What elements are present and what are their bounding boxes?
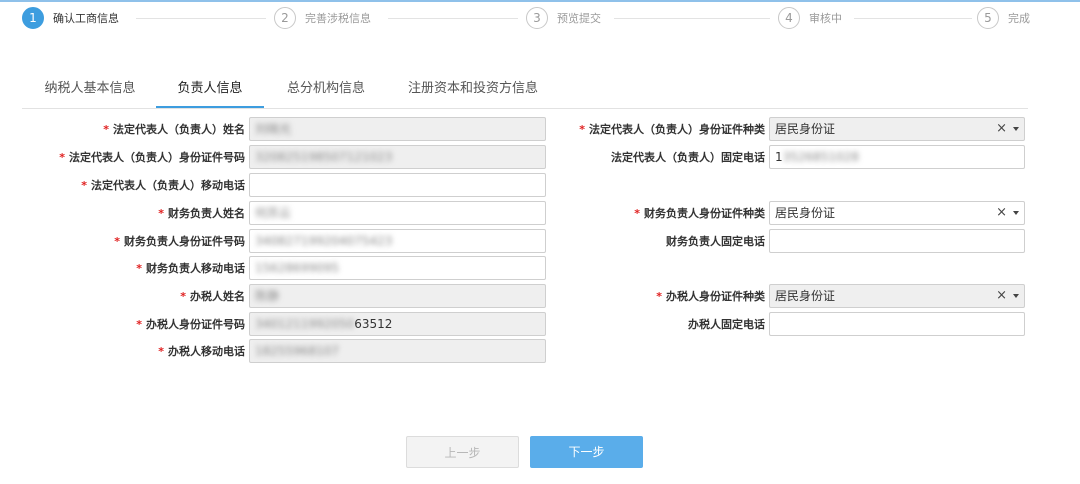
tab-responsible-person[interactable]: 负责人信息: [156, 72, 264, 108]
tax-name-field[interactable]: 陈静: [249, 284, 546, 308]
tax-id-no-field[interactable]: 340121199205063512: [249, 312, 546, 336]
clear-x-icon[interactable]: ×: [996, 118, 1007, 140]
caret-down-icon[interactable]: [1013, 294, 1019, 298]
tax-id-type-label: * 办税人身份证件种类: [656, 290, 765, 303]
tax-id-type-value: 居民身份证: [775, 289, 836, 303]
progress-stepper: 1 确认工商信息 2 完善涉税信息 3 预览提交 4 审核中 5 完成: [0, 0, 1080, 38]
tax-id-no-row: * 办税人身份证件号码 340121199205063512: [22, 312, 546, 336]
next-step-button[interactable]: 下一步: [530, 436, 643, 468]
tax-id-no-label: * 办税人身份证件号码: [136, 318, 245, 331]
step-5: 5 完成: [977, 7, 1030, 29]
step-connector: [136, 18, 266, 19]
fin-name-field[interactable]: 何苏云: [249, 201, 546, 225]
tax-phone-row: 办税人固定电话: [546, 312, 1025, 336]
tax-mobile-field[interactable]: 18255968107: [249, 339, 546, 363]
legal-name-label: * 法定代表人（负责人）姓名: [103, 123, 245, 136]
fin-phone-field[interactable]: [769, 229, 1025, 253]
legal-id-type-label: * 法定代表人（负责人）身份证件种类: [579, 123, 765, 136]
legal-name-row: * 法定代表人（负责人）姓名 刘晓光: [22, 117, 546, 141]
legal-name-field[interactable]: 刘晓光: [249, 117, 546, 141]
step-4: 4 审核中: [778, 7, 842, 29]
fin-mobile-label: * 财务负责人移动电话: [136, 262, 245, 275]
legal-id-no-label: * 法定代表人（负责人）身份证件号码: [59, 151, 245, 164]
caret-down-icon[interactable]: [1013, 127, 1019, 131]
fin-id-type-label: * 财务负责人身份证件种类: [634, 207, 765, 220]
tab-capital-investor[interactable]: 注册资本和投资方信息: [402, 72, 544, 107]
fin-id-type-row: * 财务负责人身份证件种类 居民身份证 ×: [546, 201, 1025, 225]
fin-name-label: * 财务负责人姓名: [158, 207, 245, 220]
step-5-label: 完成: [1008, 12, 1030, 25]
tax-name-row: * 办税人姓名 陈静: [22, 284, 546, 308]
step-1-number: 1: [22, 7, 44, 29]
step-3-number: 3: [526, 7, 548, 29]
clear-x-icon[interactable]: ×: [996, 202, 1007, 224]
step-4-number: 4: [778, 7, 800, 29]
caret-down-icon[interactable]: [1013, 211, 1019, 215]
tax-id-type-row: * 办税人身份证件种类 居民身份证 ×: [546, 284, 1025, 308]
step-2: 2 完善涉税信息: [274, 7, 371, 29]
fin-name-row: * 财务负责人姓名 何苏云: [22, 201, 546, 225]
legal-mobile-row: * 法定代表人（负责人）移动电话: [22, 173, 546, 197]
legal-id-type-row: * 法定代表人（负责人）身份证件种类 居民身份证 ×: [546, 117, 1025, 141]
legal-id-type-select[interactable]: 居民身份证 ×: [769, 117, 1025, 141]
fin-mobile-field[interactable]: 15628699095: [249, 256, 546, 280]
fin-id-type-value: 居民身份证: [775, 206, 836, 220]
step-5-number: 5: [977, 7, 999, 29]
step-3-label: 预览提交: [557, 12, 601, 25]
tax-mobile-row: * 办税人移动电话 18255968107: [22, 339, 546, 363]
legal-id-no-field[interactable]: 320825198507121023: [249, 145, 546, 169]
step-connector: [388, 18, 518, 19]
legal-mobile-field[interactable]: [249, 173, 546, 197]
step-4-label: 审核中: [809, 12, 842, 25]
tax-mobile-label: * 办税人移动电话: [158, 345, 245, 358]
step-3: 3 预览提交: [526, 7, 601, 29]
step-2-number: 2: [274, 7, 296, 29]
prev-step-button[interactable]: 上一步: [406, 436, 519, 468]
clear-x-icon[interactable]: ×: [996, 285, 1007, 307]
step-1-label: 确认工商信息: [53, 12, 119, 25]
legal-id-no-row: * 法定代表人（负责人）身份证件号码 320825198507121023: [22, 145, 546, 169]
tax-name-label: * 办税人姓名: [180, 290, 245, 303]
tab-taxpayer-basic[interactable]: 纳税人基本信息: [30, 72, 150, 107]
tax-phone-label: 办税人固定电话: [688, 318, 765, 331]
step-1: 1 确认工商信息: [22, 7, 119, 29]
step-connector: [614, 18, 770, 19]
tab-branch-info[interactable]: 总分机构信息: [276, 72, 376, 107]
fin-id-type-select[interactable]: 居民身份证 ×: [769, 201, 1025, 225]
legal-mobile-label: * 法定代表人（负责人）移动电话: [81, 179, 245, 192]
fin-phone-row: 财务负责人固定电话: [546, 229, 1025, 253]
legal-phone-field[interactable]: 13526851028: [769, 145, 1025, 169]
fin-phone-label: 财务负责人固定电话: [666, 235, 765, 248]
legal-id-type-value: 居民身份证: [775, 122, 836, 136]
fin-id-no-row: * 财务负责人身份证件号码 340827199204075423: [22, 229, 546, 253]
step-connector: [854, 18, 972, 19]
fin-id-no-label: * 财务负责人身份证件号码: [114, 235, 245, 248]
tax-id-type-select[interactable]: 居民身份证 ×: [769, 284, 1025, 308]
tax-phone-field[interactable]: [769, 312, 1025, 336]
step-2-label: 完善涉税信息: [305, 12, 371, 25]
legal-phone-label: 法定代表人（负责人）固定电话: [611, 151, 765, 164]
fin-mobile-row: * 财务负责人移动电话 15628699095: [22, 256, 546, 280]
legal-phone-row: 法定代表人（负责人）固定电话 13526851028: [546, 145, 1025, 169]
info-tabs: 纳税人基本信息 负责人信息 总分机构信息 注册资本和投资方信息: [22, 72, 1028, 109]
fin-id-no-field[interactable]: 340827199204075423: [249, 229, 546, 253]
